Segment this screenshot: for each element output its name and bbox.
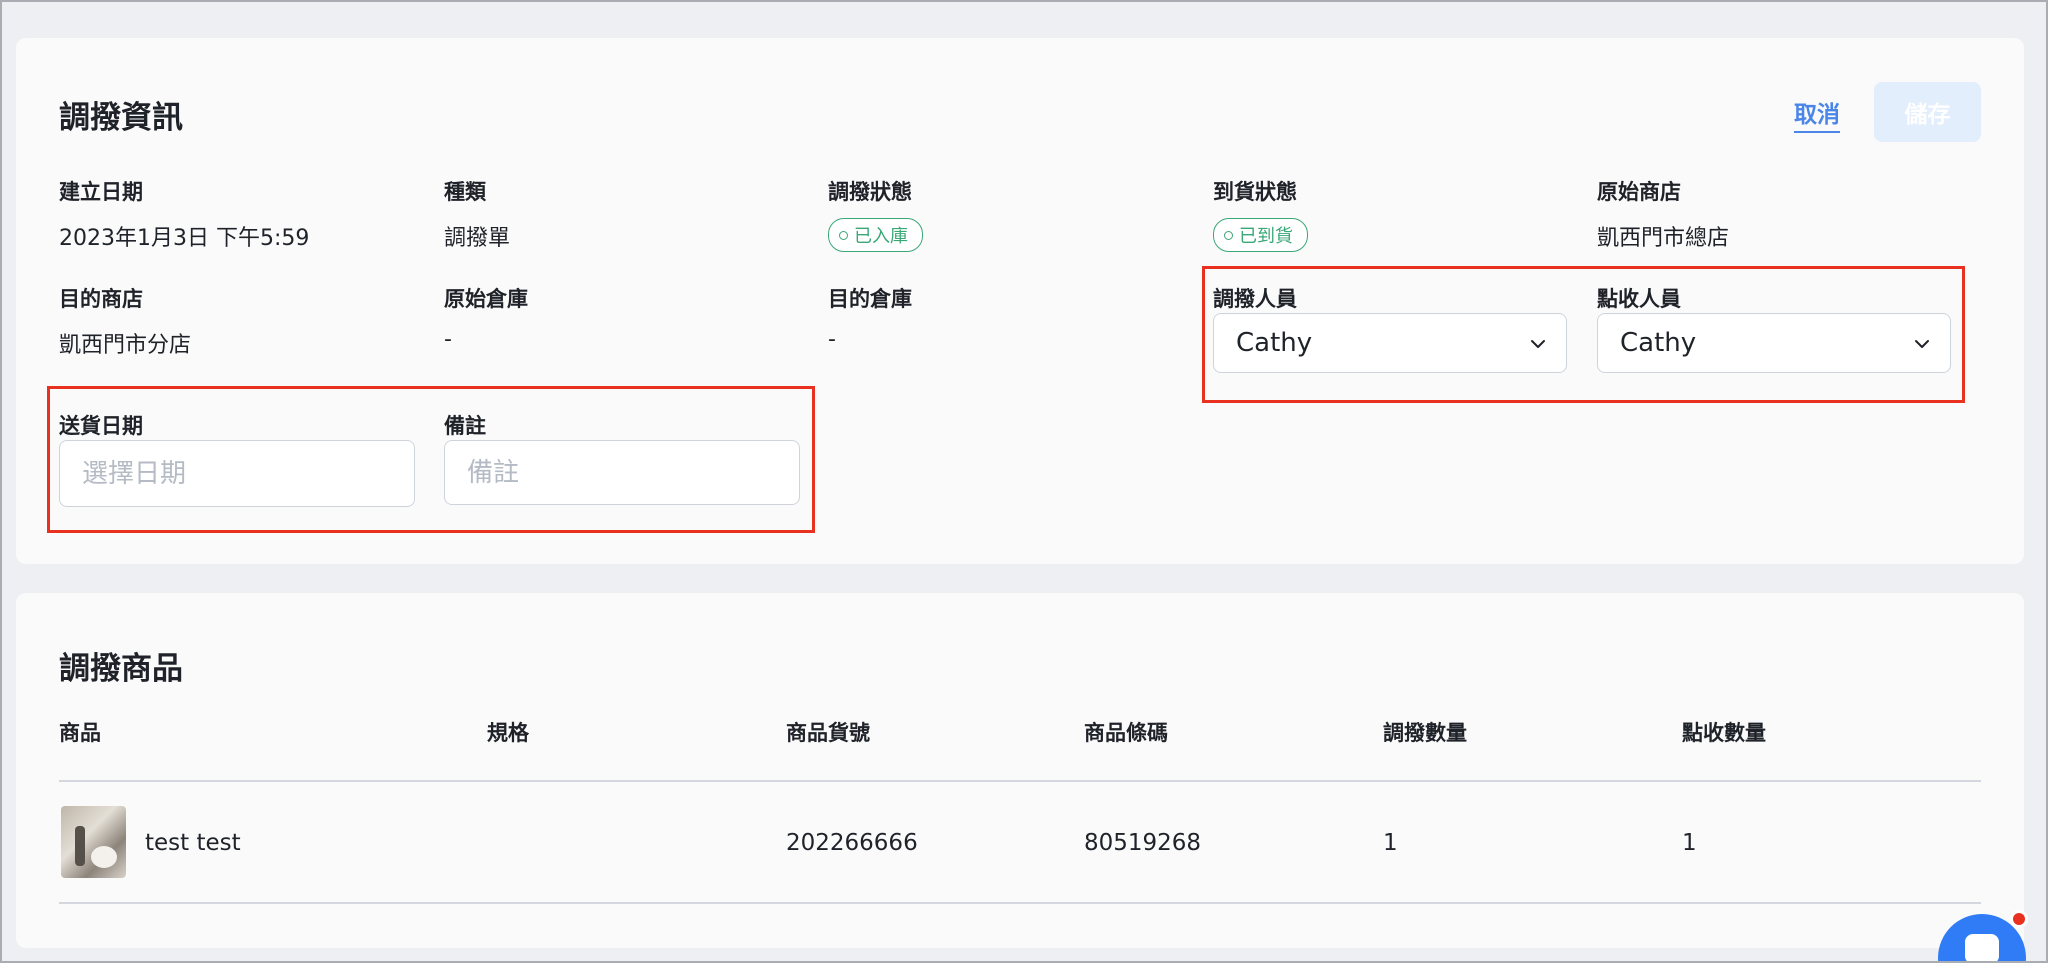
product-transfer-qty: 1 <box>1383 830 1398 856</box>
transfer-person-value: Cathy <box>1236 328 1313 358</box>
remark-label: 備註 <box>444 414 486 438</box>
transfer-products-card: 調撥商品 商品 規格 商品貨號 商品條碼 調撥數量 點收數量 test test… <box>16 593 2024 948</box>
receive-person-value: Cathy <box>1620 328 1697 358</box>
transfer-person-label: 調撥人員 <box>1213 287 1297 311</box>
delivery-date-picker[interactable] <box>59 440 415 507</box>
field-source-warehouse: 原始倉庫 - <box>444 283 528 352</box>
product-sku: 202266666 <box>786 830 918 856</box>
source-store-label: 原始商店 <box>1597 180 1681 204</box>
arrival-status-label: 到貨狀態 <box>1213 180 1297 204</box>
field-type: 種類 調撥單 <box>444 176 510 252</box>
notification-dot <box>2010 910 2028 928</box>
remark-input[interactable] <box>444 440 800 505</box>
arrival-status-value: 已到貨 <box>1239 226 1293 247</box>
column-header-sku: 商品貨號 <box>786 721 870 745</box>
dest-store-value: 凱西門市分店 <box>59 333 192 358</box>
column-header-transfer-qty: 調撥數量 <box>1383 721 1467 745</box>
product-thumbnail <box>61 806 126 878</box>
dest-warehouse-value: - <box>828 327 836 352</box>
field-created-date: 建立日期 2023年1月3日 下午5:59 <box>59 176 309 252</box>
status-dot-icon <box>839 230 848 240</box>
delivery-date-label: 送貨日期 <box>59 414 143 438</box>
product-barcode: 80519268 <box>1084 830 1202 856</box>
transfer-status-label: 調撥狀態 <box>828 180 912 204</box>
transfer-info-card: 調撥資訊 取消 儲存 建立日期 2023年1月3日 下午5:59 種類 調撥單 … <box>16 38 2024 564</box>
field-delivery-date: 送貨日期 <box>59 410 143 440</box>
save-button[interactable]: 儲存 <box>1874 82 1981 142</box>
table-row-divider <box>59 902 1981 904</box>
transfer-info-title: 調撥資訊 <box>59 100 183 136</box>
chevron-down-icon <box>1531 340 1545 348</box>
cancel-button[interactable]: 取消 <box>1794 95 1840 133</box>
source-store-value: 凱西門市總店 <box>1597 226 1730 251</box>
type-label: 種類 <box>444 180 486 204</box>
product-received-qty: 1 <box>1682 830 1697 856</box>
delivery-date-input[interactable] <box>60 441 414 506</box>
transfer-status-badge: 已入庫 <box>828 218 923 252</box>
transfer-status-value: 已入庫 <box>854 226 908 247</box>
field-transfer-status: 調撥狀態 已入庫 <box>828 176 923 252</box>
receive-person-select[interactable]: Cathy <box>1597 313 1951 373</box>
field-remark: 備註 <box>444 410 486 440</box>
field-arrival-status: 到貨狀態 已到貨 <box>1213 176 1308 252</box>
status-dot-icon <box>1224 230 1233 240</box>
column-header-spec: 規格 <box>487 721 529 745</box>
source-warehouse-label: 原始倉庫 <box>444 287 528 311</box>
field-dest-warehouse: 目的倉庫 - <box>828 283 912 352</box>
field-dest-store: 目的商店 凱西門市分店 <box>59 283 191 359</box>
type-value: 調撥單 <box>444 226 511 251</box>
source-warehouse-value: - <box>444 327 452 352</box>
transfer-products-title: 調撥商品 <box>59 651 183 687</box>
receive-person-label: 點收人員 <box>1597 287 1681 311</box>
field-transfer-person: 調撥人員 <box>1213 283 1297 313</box>
column-header-received-qty: 點收數量 <box>1682 721 1766 745</box>
transfer-person-select[interactable]: Cathy <box>1213 313 1567 373</box>
column-header-barcode: 商品條碼 <box>1084 721 1168 745</box>
table-header-divider <box>59 780 1981 782</box>
created-date-label: 建立日期 <box>59 180 143 204</box>
chat-bubble-icon <box>1965 934 1999 963</box>
chevron-down-icon <box>1915 340 1929 348</box>
field-source-store: 原始商店 凱西門市總店 <box>1597 176 1729 252</box>
field-receive-person: 點收人員 <box>1597 283 1681 313</box>
dest-warehouse-label: 目的倉庫 <box>828 287 912 311</box>
dest-store-label: 目的商店 <box>59 287 143 311</box>
arrival-status-badge: 已到貨 <box>1213 218 1308 252</box>
product-name: test test <box>145 830 241 856</box>
created-date-value: 2023年1月3日 下午5:59 <box>59 226 310 251</box>
column-header-product: 商品 <box>59 721 101 745</box>
